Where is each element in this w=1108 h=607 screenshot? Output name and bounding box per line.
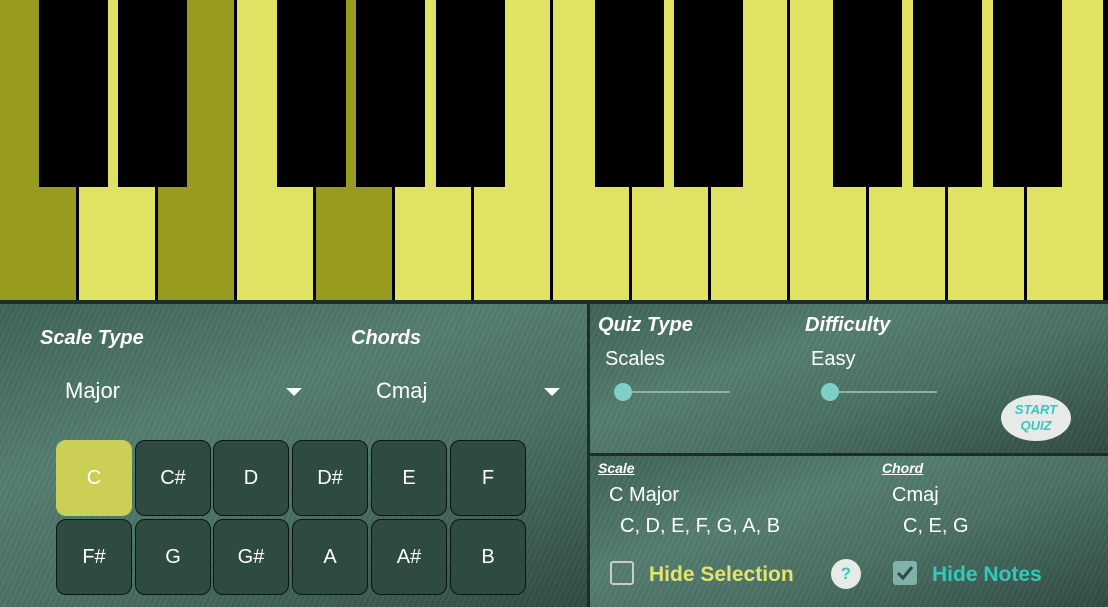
quiz-type-slider-thumb[interactable]	[614, 383, 632, 401]
black-key-c-sharp[interactable]	[39, 0, 108, 187]
scale-name: C Major	[609, 484, 680, 506]
note-button-b[interactable]: B	[450, 519, 526, 595]
note-button-d-sharp[interactable]: D#	[292, 440, 368, 516]
chevron-down-icon	[286, 388, 302, 396]
note-button-f-sharp[interactable]: F#	[56, 519, 132, 595]
scale-label: Scale	[598, 460, 635, 476]
quiz-type-label: Quiz Type	[598, 314, 693, 336]
difficulty-label: Difficulty	[805, 314, 891, 336]
hide-notes-label[interactable]: Hide Notes	[932, 563, 1042, 587]
note-button-c[interactable]: C	[56, 440, 132, 516]
checkmark-icon	[896, 566, 914, 581]
hide-notes-checkbox[interactable]	[893, 561, 917, 585]
hide-selection-checkbox[interactable]	[610, 561, 634, 585]
note-button-c-sharp[interactable]: C#	[135, 440, 211, 516]
scale-type-value: Major	[65, 378, 121, 403]
scale-type-label: Scale Type	[40, 327, 144, 349]
quiz-type-value: Scales	[605, 348, 666, 370]
note-button-g-sharp[interactable]: G#	[213, 519, 289, 595]
note-button-e[interactable]: E	[371, 440, 447, 516]
difficulty-value: Easy	[811, 348, 856, 370]
chords-value: Cmaj	[376, 378, 428, 403]
black-key-c-sharp-2[interactable]	[595, 0, 664, 187]
start-quiz-button[interactable]: START QUIZ	[1001, 395, 1071, 441]
black-key-g-sharp[interactable]	[356, 0, 425, 187]
chords-label: Chords	[351, 327, 421, 349]
difficulty-slider-track[interactable]	[829, 391, 937, 393]
panel-divider-horizontal	[590, 453, 1108, 456]
black-key-f-sharp[interactable]	[277, 0, 346, 187]
help-icon[interactable]: ?	[831, 559, 861, 589]
chord-name: Cmaj	[892, 484, 939, 506]
hide-selection-label[interactable]: Hide Selection	[649, 563, 794, 587]
black-key-g-sharp-2[interactable]	[913, 0, 982, 187]
chevron-down-icon	[544, 388, 560, 396]
scale-notes: C, D, E, F, G, A, B	[620, 515, 781, 537]
start-quiz-label-line2: QUIZ	[1020, 418, 1052, 433]
start-quiz-label-line1: START	[1014, 402, 1058, 417]
note-button-a-sharp[interactable]: A#	[371, 519, 447, 595]
note-button-g[interactable]: G	[135, 519, 211, 595]
quiz-type-slider-track[interactable]	[622, 391, 730, 393]
black-key-d-sharp-2[interactable]	[674, 0, 743, 187]
black-key-a-sharp[interactable]	[436, 0, 505, 187]
scale-type-dropdown[interactable]: Major	[50, 370, 310, 414]
note-button-f[interactable]: F	[450, 440, 526, 516]
chord-notes: C, E, G	[903, 515, 969, 537]
chord-label: Chord	[882, 460, 924, 476]
chords-dropdown[interactable]: Cmaj	[362, 370, 572, 414]
difficulty-slider-thumb[interactable]	[821, 383, 839, 401]
note-button-d[interactable]: D	[213, 440, 289, 516]
piano-keyboard	[0, 0, 1108, 300]
black-key-f-sharp-2[interactable]	[833, 0, 902, 187]
black-key-a-sharp-2[interactable]	[993, 0, 1062, 187]
black-key-d-sharp[interactable]	[118, 0, 187, 187]
note-button-a[interactable]: A	[292, 519, 368, 595]
